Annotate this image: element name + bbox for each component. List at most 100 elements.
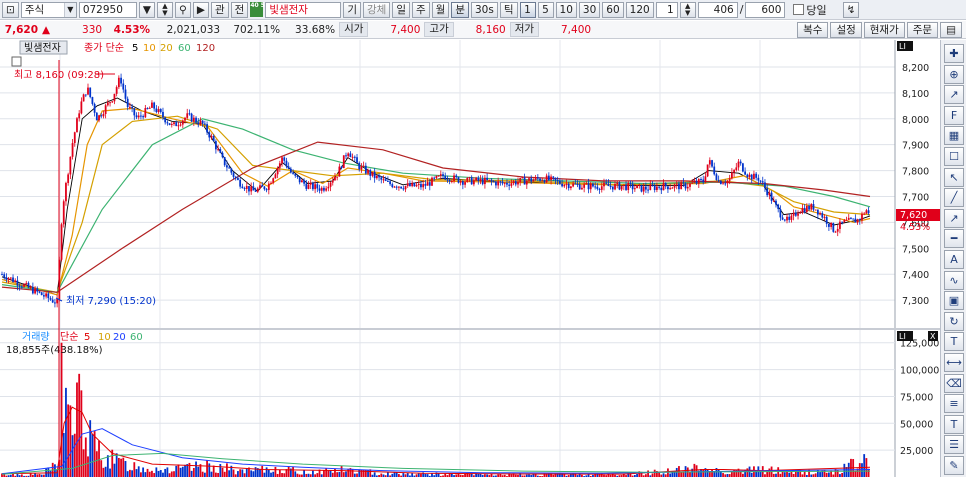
candle-body <box>206 124 208 133</box>
pointer-icon[interactable]: ↖ <box>944 167 964 187</box>
candle-body <box>9 277 12 279</box>
interval-120-button[interactable]: 120 <box>625 1 654 18</box>
candle-body <box>545 175 548 183</box>
volume-tick-label: 50,000 <box>900 419 933 430</box>
candle-body <box>501 181 504 184</box>
interval-1-button[interactable]: 1 <box>519 1 536 18</box>
candle-body <box>558 180 561 184</box>
candle-body <box>589 183 592 190</box>
chart-type-icon[interactable]: ⊡ <box>2 1 19 18</box>
indicator-icon[interactable]: ☰ <box>944 435 964 455</box>
spin-updown-icon[interactable]: ▲ ▼ <box>156 1 173 18</box>
interval-5-button[interactable]: 5 <box>537 1 554 18</box>
candle-body <box>364 165 367 174</box>
gwan-button[interactable]: 관 <box>210 1 229 18</box>
ray-icon[interactable]: ↗ <box>944 208 964 228</box>
trend-icon[interactable]: ↗ <box>944 85 964 105</box>
candle-body <box>735 167 738 170</box>
candle-body <box>168 123 171 125</box>
line-icon[interactable]: ╱ <box>944 188 964 208</box>
candle-body <box>281 157 283 164</box>
gi-button[interactable]: 기 <box>343 1 361 18</box>
interval-spin-input[interactable]: 1 <box>655 1 678 18</box>
period-tick-button[interactable]: 틱 <box>499 1 518 18</box>
wave-icon[interactable]: ∿ <box>944 270 964 290</box>
panel-divider[interactable] <box>0 328 940 330</box>
order-button[interactable]: 주문 <box>906 21 939 38</box>
volume-bar <box>232 469 235 477</box>
volume-bar <box>303 469 305 477</box>
candle-body <box>587 183 590 190</box>
volume-bar <box>157 470 160 477</box>
auto-icon[interactable]: A <box>944 250 964 269</box>
period-week-button[interactable]: 주 <box>411 1 430 18</box>
candle-body <box>689 183 691 187</box>
candle-body <box>828 223 830 227</box>
next-icon[interactable]: ▶ <box>192 1 209 18</box>
chevron-down-icon[interactable]: ▼ <box>63 2 76 17</box>
volume-bar <box>261 465 264 477</box>
candle-body <box>514 181 517 185</box>
today-checkbox[interactable] <box>793 4 805 15</box>
code-dropdown-icon[interactable]: ▼ <box>138 1 155 18</box>
count-input[interactable]: 406 <box>697 1 738 18</box>
volume-bar <box>722 473 724 477</box>
stock-name-field[interactable]: 빛샘전자 <box>265 1 342 18</box>
volume-bar <box>168 473 171 477</box>
candle-body <box>446 179 449 181</box>
candle-body <box>708 160 711 165</box>
candle-body <box>433 177 436 179</box>
period-day-button[interactable]: 일 <box>392 1 410 18</box>
candle-body <box>651 184 654 186</box>
text-note-icon[interactable]: ☐ <box>944 147 964 166</box>
candle-body <box>521 177 524 179</box>
candle-body <box>146 108 149 110</box>
settings-button[interactable]: 설정 <box>830 21 862 38</box>
search-icon[interactable]: ⚲ <box>174 1 191 18</box>
candle-body <box>717 180 720 182</box>
candle-body <box>572 183 575 187</box>
interval-30-button[interactable]: 30 <box>578 1 601 18</box>
market-select[interactable]: 주식 ▼ <box>20 1 77 18</box>
chart-canvas[interactable]: 8,2008,1008,0007,9007,8007,7007,6007,500… <box>0 40 940 477</box>
period-30s-button[interactable]: 30s <box>471 1 498 18</box>
candle-body <box>550 176 552 180</box>
gangche-button[interactable]: 강체 <box>362 1 391 18</box>
text-box-icon[interactable]: T <box>944 414 964 434</box>
period-month-button[interactable]: 월 <box>431 1 450 18</box>
text-tool-icon[interactable]: T <box>944 332 964 352</box>
eraser-icon[interactable]: ⌫ <box>944 373 964 393</box>
chart-area[interactable]: 8,200 8,100 8,000 7,900 7,800 7,700 7,600 7,500… <box>0 40 940 477</box>
interval-spin-icon[interactable]: ▲ ▼ <box>679 1 696 18</box>
candle-body <box>267 183 270 190</box>
stock-code-input[interactable]: 072950 <box>78 1 137 18</box>
interval-60-button[interactable]: 60 <box>602 1 624 18</box>
crosshair-icon[interactable]: ✚ <box>944 44 964 63</box>
fibo-icon[interactable]: F <box>944 105 964 125</box>
candle-body <box>512 181 515 184</box>
pattern-icon[interactable]: ▦ <box>944 126 964 146</box>
candle-body <box>243 188 246 190</box>
candle-body <box>162 111 164 118</box>
select-all-icon[interactable]: ≡ <box>944 394 964 414</box>
candle-body <box>349 153 352 158</box>
interval-10-button[interactable]: 10 <box>555 1 577 18</box>
period-minute-button[interactable]: 분 <box>451 1 469 18</box>
ruler-icon[interactable]: ⟷ <box>944 353 964 372</box>
current-price-button[interactable]: 현재가 <box>863 21 905 38</box>
candle-body <box>20 286 23 288</box>
horizontal-line-icon[interactable]: ━ <box>944 229 964 249</box>
period-icon[interactable]: ▣ <box>944 291 964 311</box>
restore-button[interactable]: 복수 <box>797 21 829 38</box>
candle-body <box>678 183 680 190</box>
refresh-icon[interactable]: ↻ <box>944 311 964 331</box>
panel-toggle-checkbox[interactable] <box>11 56 22 67</box>
edit-icon[interactable]: ✎ <box>944 456 964 475</box>
jeon-button[interactable]: 전 <box>230 1 249 18</box>
chart-tool-icon[interactable]: ↯ <box>842 1 860 18</box>
count-total-field[interactable]: 600 <box>745 1 786 18</box>
magnet-icon[interactable]: ⊕ <box>944 64 964 84</box>
layout-icon[interactable]: ▤ <box>940 21 962 38</box>
candle-body <box>45 293 48 297</box>
candle-body <box>726 180 729 184</box>
